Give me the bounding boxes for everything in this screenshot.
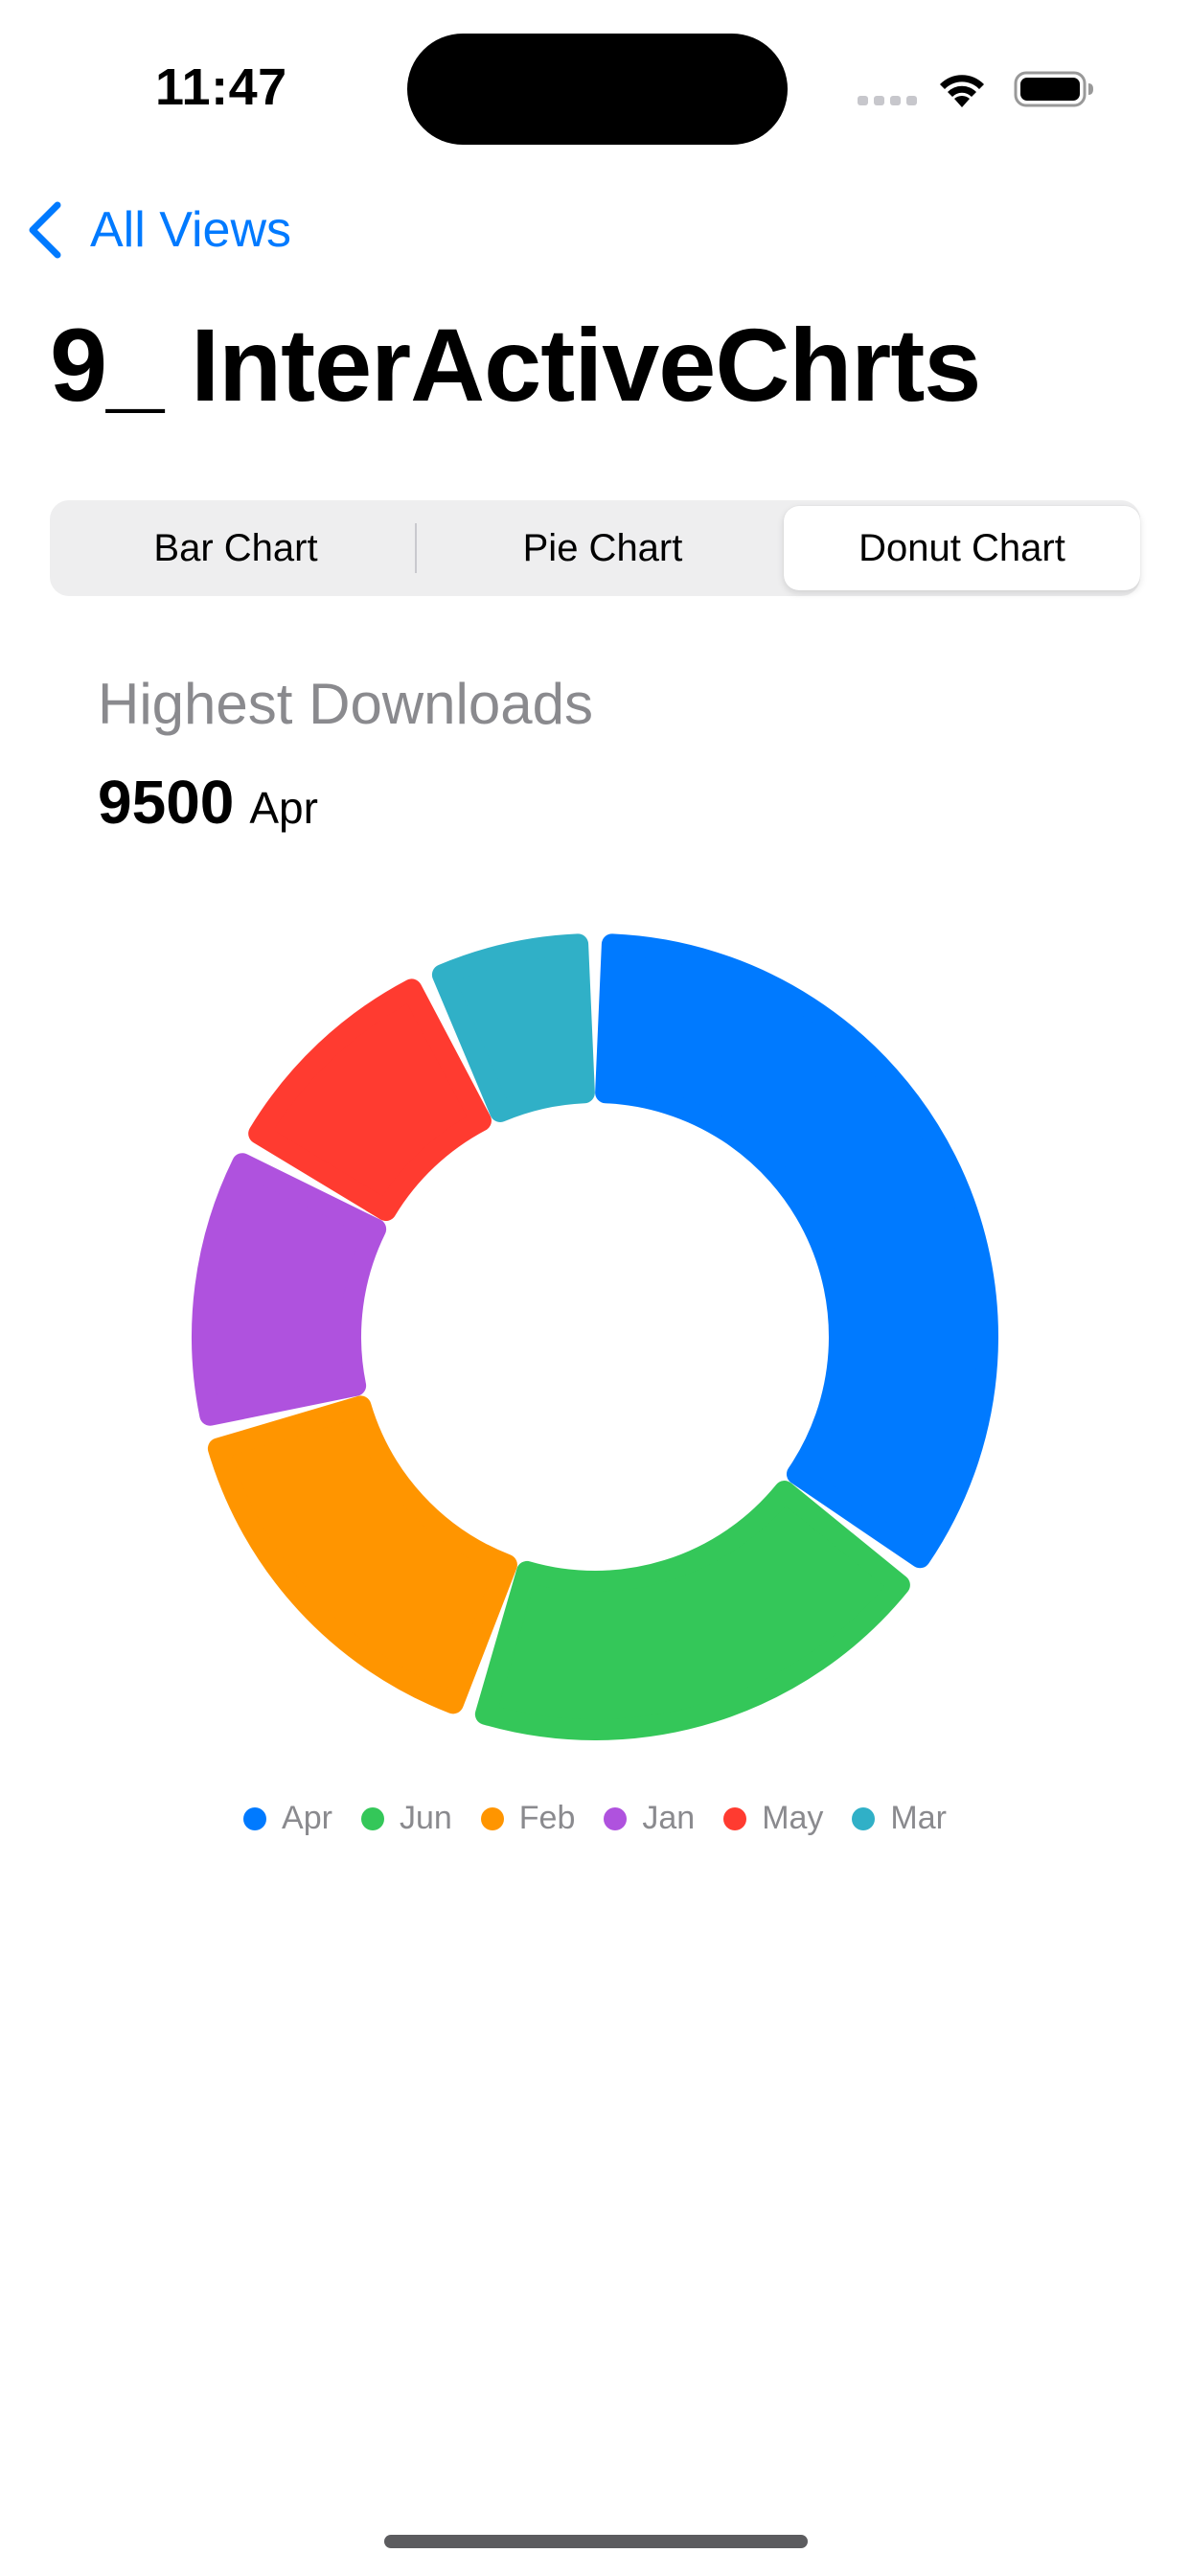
legend-label: Mar xyxy=(890,1800,947,1836)
segment-bar-chart[interactable]: Bar Chart xyxy=(57,506,414,590)
segment-divider xyxy=(415,523,417,573)
chevron-left-icon xyxy=(29,201,61,259)
legend-dot xyxy=(852,1806,876,1830)
legend-item-may: May xyxy=(723,1800,823,1837)
home-indicator xyxy=(384,2535,808,2548)
donut-slice-jan[interactable] xyxy=(192,1153,387,1426)
legend-label: Feb xyxy=(518,1800,576,1836)
legend-dot xyxy=(360,1806,384,1830)
legend-label: Apr xyxy=(282,1800,332,1836)
chart-legend: Apr Jun Feb Jan May Mar xyxy=(0,1800,1190,1837)
legend-dot xyxy=(480,1806,504,1830)
legend-item-jun: Jun xyxy=(360,1800,452,1837)
page-title: 9_ InterActiveChrts xyxy=(50,307,981,423)
legend-label: Jan xyxy=(642,1800,696,1836)
cellular-signal-icon xyxy=(858,96,917,105)
highest-downloads-number: 9500 xyxy=(98,768,235,837)
back-button[interactable]: All Views xyxy=(23,192,291,268)
chart-type-segmented-control: Bar Chart Pie Chart Donut Chart xyxy=(50,500,1140,596)
legend-item-mar: Mar xyxy=(852,1800,947,1837)
highest-downloads-label: Highest Downloads xyxy=(98,672,593,736)
legend-item-feb: Feb xyxy=(480,1800,576,1837)
legend-dot xyxy=(604,1806,628,1830)
legend-dot xyxy=(723,1806,747,1830)
donut-slice-feb[interactable] xyxy=(207,1395,517,1714)
donut-slice-jun[interactable] xyxy=(474,1481,910,1741)
donut-slice-apr[interactable] xyxy=(595,933,998,1569)
segment-donut-chart[interactable]: Donut Chart xyxy=(784,506,1140,590)
battery-icon xyxy=(1014,71,1093,107)
legend-label: Jun xyxy=(399,1800,452,1836)
highest-downloads-month: Apr xyxy=(249,783,318,833)
legend-label: May xyxy=(762,1800,824,1836)
status-time: 11:47 xyxy=(155,58,287,116)
highest-downloads-value: 9500 Apr xyxy=(98,767,318,838)
legend-dot xyxy=(243,1806,267,1830)
back-label: All Views xyxy=(90,202,292,258)
wifi-icon xyxy=(940,75,984,107)
segment-pie-chart[interactable]: Pie Chart xyxy=(424,506,781,590)
dynamic-island xyxy=(407,34,788,145)
legend-item-jan: Jan xyxy=(604,1800,695,1837)
legend-item-apr: Apr xyxy=(243,1800,332,1837)
